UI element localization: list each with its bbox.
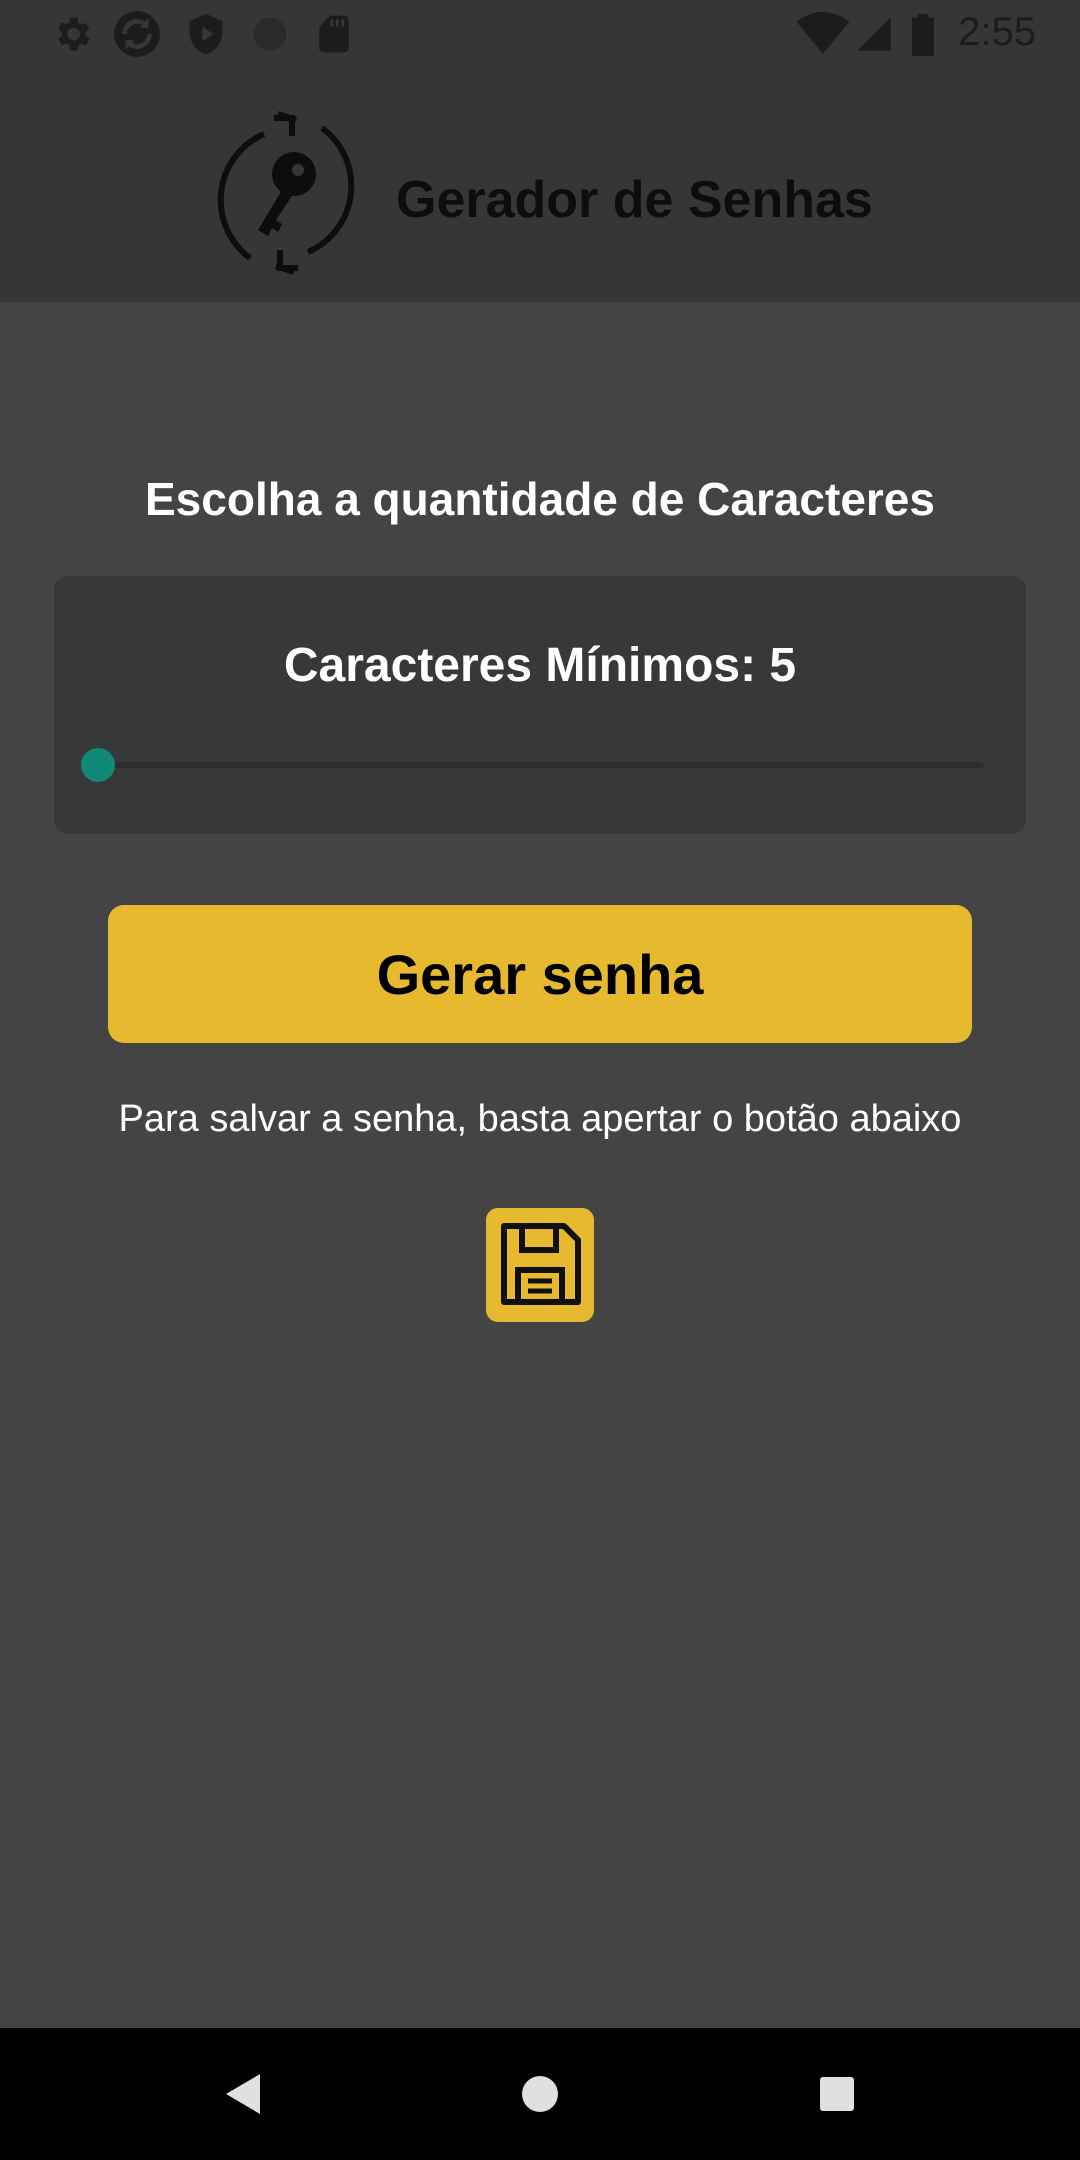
slider-label: Caracteres Mínimos: 5 [283,639,797,692]
status-time: 2:55 [958,10,1036,54]
system-nav-bar [0,2028,1080,2160]
section-title: Escolha a quantidade de Caracteres [145,473,935,525]
save-hint-text: Para salvar a senha, basta apertar o bot… [118,1098,962,1140]
signal-icon [857,17,891,51]
circle-icon [253,17,287,51]
app-header: Gerador de Senhas [0,68,1080,302]
key-refresh-icon [217,111,355,275]
app-title: Gerador de Senhas [396,171,873,229]
slider-card: Caracteres Mínimos: 5 [54,576,1026,834]
save-password-button[interactable] [486,1208,594,1322]
wifi-icon [796,12,850,54]
battery-icon [912,13,934,56]
home-icon[interactable] [500,2054,580,2134]
generate-password-button[interactable]: Gerar senha [108,905,972,1043]
character-count-slider[interactable] [81,748,984,782]
slider-thumb[interactable] [81,748,115,782]
settings-icon [58,17,90,51]
sync-icon [114,11,160,57]
back-icon[interactable] [202,2054,282,2134]
recents-icon[interactable] [797,2054,877,2134]
floppy-disk-icon [501,1223,581,1305]
sd-card-icon [319,15,349,53]
status-bar: 2:55 [0,0,1080,68]
shield-play-icon [189,13,223,55]
